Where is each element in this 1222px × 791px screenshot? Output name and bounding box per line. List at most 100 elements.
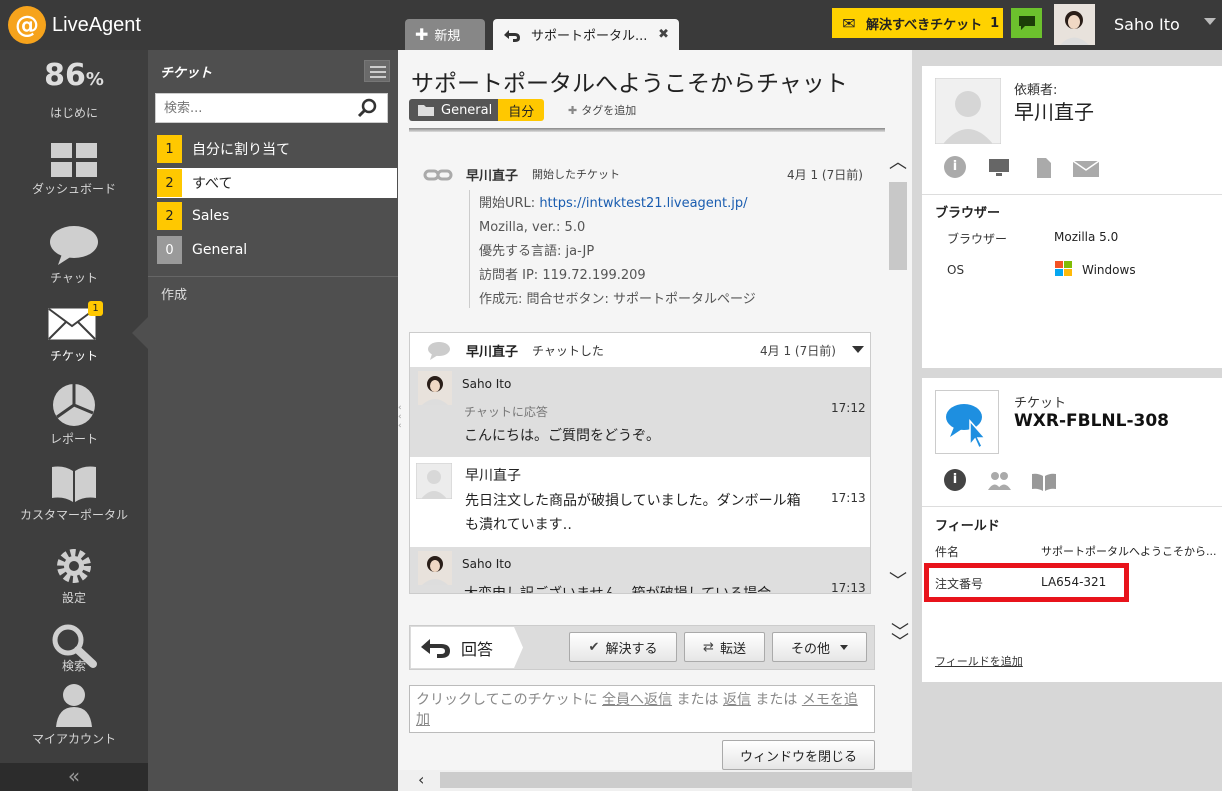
chat-status-button[interactable]	[1011, 8, 1042, 38]
queue-all[interactable]: 2 すべて	[157, 168, 397, 198]
message-time: 17:13	[831, 491, 866, 505]
nav-tickets-label: チケット	[49, 349, 98, 363]
create-ticket-link[interactable]: 作成	[161, 284, 187, 303]
reply-all-link[interactable]: 全員へ返信	[602, 692, 672, 708]
expand-double-chevron-icon[interactable]: ﹀ ﹀	[891, 624, 909, 652]
close-window-label: ウィンドウを閉じる	[739, 749, 857, 765]
os-value: Windows	[1082, 263, 1136, 277]
pie-chart-icon	[53, 384, 95, 426]
reply-button[interactable]: 回答	[411, 627, 523, 668]
tickets-count-badge: 1	[88, 301, 103, 316]
add-tag-button[interactable]: ✚ タグを追加	[568, 102, 636, 118]
queue-count: 0	[157, 236, 182, 264]
tab-new[interactable]: ✚ 新規	[405, 19, 485, 50]
nav-my-account[interactable]: マイアカウント	[0, 683, 148, 747]
queue-label: 自分に割り当て	[192, 142, 290, 158]
monitor-icon[interactable]	[988, 158, 1010, 178]
queue-label: すべて	[192, 176, 233, 192]
scroll-left-icon[interactable]: ‹	[418, 770, 424, 789]
user-menu-chevron-down-icon[interactable]	[1204, 18, 1216, 25]
info-icon[interactable]: i	[944, 469, 966, 491]
logo[interactable]: @ LiveAgent	[8, 6, 141, 44]
ticket-search-input[interactable]	[156, 94, 346, 122]
requester-name[interactable]: 早川直子	[1014, 96, 1094, 125]
horizontal-scrollbar[interactable]: ‹ ›	[398, 770, 1196, 791]
people-icon[interactable]	[986, 471, 1012, 491]
message-time: 17:13	[831, 581, 866, 594]
nav-my-account-label: マイアカウント	[31, 732, 116, 746]
start-url-link[interactable]: https://intwktest21.liveagent.jp/	[539, 196, 747, 211]
scroll-down-chevron-icon[interactable]: ﹀	[889, 567, 907, 592]
user-name[interactable]: Saho Ito	[1114, 15, 1180, 34]
nav-customer-portal-label: カスタマーポータル	[19, 508, 128, 522]
panel-menu-button[interactable]	[364, 60, 390, 82]
resolve-label: 解決する	[605, 641, 658, 657]
reply-link[interactable]: 返信	[723, 692, 751, 708]
queue-label: Sales	[192, 208, 230, 224]
message-time: 17:12	[831, 401, 866, 415]
compose-or: または	[676, 692, 719, 708]
message-meta: チャットに応答	[464, 405, 548, 419]
nav-dashboard[interactable]: ダッシュボード	[0, 143, 148, 197]
scroll-shadow	[409, 128, 885, 132]
department-assignee-button[interactable]: General 自分	[409, 99, 545, 121]
chat-menu-caret-icon[interactable]	[852, 346, 864, 353]
compose-or: または	[755, 692, 798, 708]
message-text: 先日注文した商品が破損していました。ダンボール箱も潰れています‥	[465, 493, 801, 533]
nav-chat-label: チャット	[50, 271, 98, 285]
folder-icon	[418, 105, 434, 116]
tickets-to-resolve-button[interactable]: ✉ 解決すべきチケット 1	[832, 8, 1003, 38]
add-field-link[interactable]: フィールドを追加	[935, 653, 1023, 669]
transfer-button[interactable]: ⇄ 転送	[684, 632, 765, 662]
field-label: 件名	[935, 545, 960, 559]
envelope-icon: ✉	[842, 13, 856, 33]
close-window-button[interactable]: ウィンドウを閉じる	[722, 740, 875, 770]
queue-sales[interactable]: 2 Sales	[157, 201, 397, 231]
nav-settings[interactable]: 設定	[0, 546, 148, 606]
plus-icon: ✚	[415, 25, 429, 44]
queue-assigned-to-me[interactable]: 1 自分に割り当て	[157, 134, 397, 164]
order-number-value[interactable]: LA654-321	[1041, 575, 1106, 589]
ticket-code: WXR-FBLNL-308	[1014, 411, 1170, 431]
compose-area[interactable]: クリックしてこのチケットに 全員へ返信 または 返信 または メモを追加	[409, 685, 875, 733]
requester-card: 依頼者: 早川直子 i ブラウザー ブラウザー Mozilla 5.0 OS W…	[922, 66, 1222, 368]
book-icon[interactable]	[1031, 472, 1057, 492]
envelope-icon[interactable]	[1072, 160, 1100, 178]
progress-value: 86	[44, 58, 86, 93]
search-icon[interactable]	[357, 97, 379, 119]
active-indicator	[132, 317, 148, 349]
nav-reports[interactable]: レポート	[0, 383, 148, 447]
document-icon[interactable]	[1035, 157, 1053, 179]
queue-count: 2	[157, 169, 182, 197]
nav-getting-started[interactable]: はじめに	[0, 104, 148, 121]
tab-ticket[interactable]: サポートポータル... ✖	[493, 19, 679, 50]
onboarding-progress[interactable]: 86%	[0, 58, 148, 93]
field-value[interactable]: サポートポータルへようこそから...	[1041, 543, 1217, 559]
agent-avatar	[418, 371, 452, 405]
dashboard-icon	[51, 143, 97, 177]
chat-header[interactable]: 早川直子 チャットした 4月 1 (7日前)	[410, 333, 870, 367]
nav-customer-portal[interactable]: カスタマーポータル	[0, 465, 148, 523]
close-icon[interactable]: ✖	[658, 27, 669, 42]
resize-handle[interactable]: ‹ ‹ ‹	[398, 404, 406, 434]
queue-general[interactable]: 0 General	[157, 235, 397, 265]
event-action: 開始したチケット	[532, 168, 620, 181]
detail-label: 開始URL:	[479, 196, 540, 211]
scroll-up-chevron-icon[interactable]: ︿	[889, 148, 907, 173]
resolve-button[interactable]: ✔ 解決する	[569, 632, 677, 662]
chat-author: 早川直子	[466, 345, 519, 360]
liveagent-logo-icon: @	[8, 6, 46, 44]
info-icon[interactable]: i	[944, 156, 966, 178]
more-options-button[interactable]: その他	[772, 632, 867, 662]
chevron-down-icon	[840, 644, 848, 650]
nav-tickets[interactable]: 1 チケット	[0, 301, 148, 371]
message-sender: Saho Ito	[462, 557, 512, 571]
gear-icon	[57, 549, 91, 583]
chat-date: 4月 1 (7日前)	[760, 344, 836, 358]
scrollbar-thumb[interactable]	[889, 182, 907, 270]
nav-chat[interactable]: チャット	[0, 224, 148, 286]
user-avatar[interactable]	[1054, 4, 1095, 45]
ticket-subject[interactable]: サポートポータルへようこそからチャット	[411, 64, 848, 98]
nav-search[interactable]: 検索	[0, 624, 148, 674]
collapse-sidebar-button[interactable]: «	[0, 763, 148, 791]
